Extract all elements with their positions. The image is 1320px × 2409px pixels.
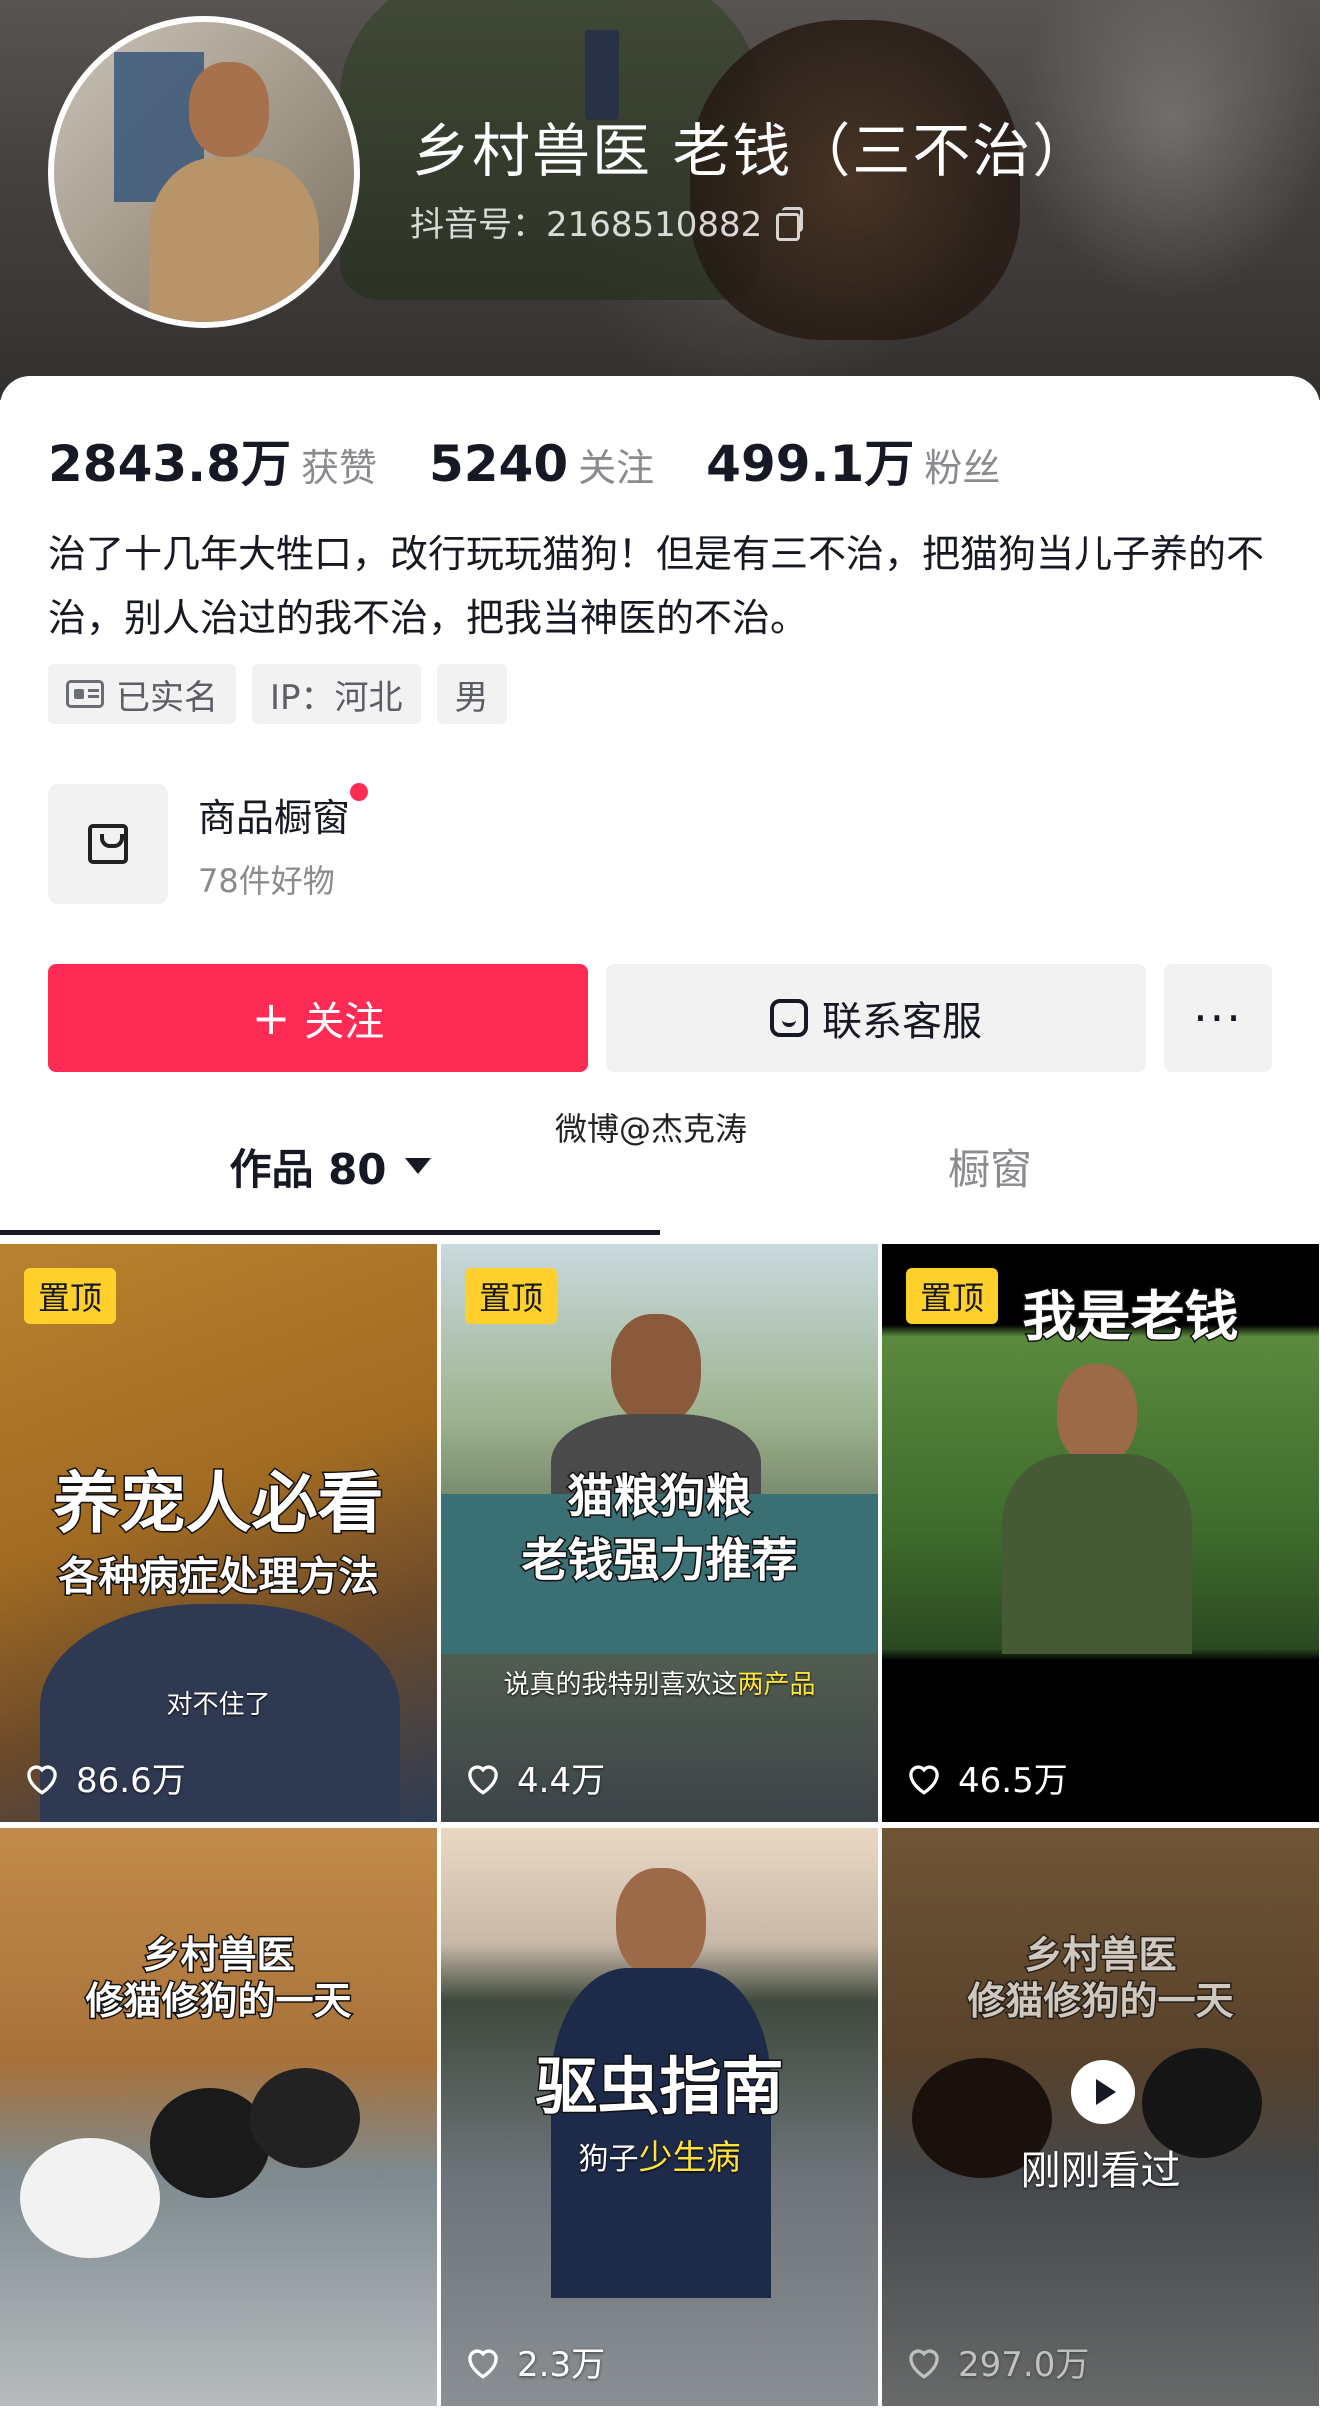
verified-tag: 已实名: [48, 664, 236, 724]
video-subtitle: 老钱强力推荐: [520, 1532, 799, 1589]
like-count: 2.3万: [463, 2337, 605, 2386]
video-title: 驱虫指南: [534, 2049, 785, 2125]
video-caption: 说真的我特别喜欢这两产品: [503, 1670, 816, 1700]
video-title: 猫粮狗粮: [566, 1468, 753, 1525]
action-buttons: + 关注 联系客服 ···: [48, 964, 1272, 1072]
ip-tag: IP：河北: [252, 664, 421, 724]
like-count: 4.4万: [463, 1753, 605, 1802]
heart-icon: [27, 1764, 57, 1795]
profile-name: 乡村兽医 老钱（三不治）: [412, 117, 1093, 185]
video-title: 我是老钱: [1021, 1284, 1240, 1350]
chat-icon: [770, 999, 808, 1037]
contact-service-button[interactable]: 联系客服: [606, 964, 1146, 1072]
shop-box: [48, 784, 168, 904]
plus-icon: +: [251, 991, 291, 1045]
shop-window-entry[interactable]: 商品橱窗 78件好物: [48, 782, 369, 904]
pinned-badge: 置顶: [24, 1268, 117, 1324]
heart-icon: [468, 1764, 498, 1795]
video-caption: 对不住了: [166, 1690, 271, 1720]
watermark: 微博@杰克涛: [555, 1110, 748, 1148]
followers-count[interactable]: 499.1万: [706, 424, 914, 496]
video-subtitle: 修猫修狗的一天: [84, 1978, 353, 2025]
stats-row: 2843.8万 获赞 5240 关注 499.1万 粉丝: [48, 424, 1052, 496]
video-tile[interactable]: 乡村兽医 修猫修狗的一天: [0, 1828, 437, 2406]
caret-down-icon: [404, 1158, 431, 1174]
shopping-bag-icon: [88, 824, 128, 864]
shop-subtitle: 78件好物: [198, 861, 335, 900]
following-label: 关注: [578, 446, 655, 490]
active-tab-indicator: [0, 1230, 660, 1235]
video-tile[interactable]: 置顶 我是老钱 46.5万: [882, 1244, 1319, 1822]
video-subtitle: 修猫修狗的一天: [966, 1978, 1235, 2025]
follow-button[interactable]: + 关注: [48, 964, 588, 1072]
douyin-id-text: 抖音号：2168510882: [410, 205, 763, 245]
id-card-icon: [66, 680, 104, 708]
shop-title: 商品橱窗: [198, 795, 351, 840]
likes-count[interactable]: 2843.8万: [48, 424, 291, 496]
video-tile[interactable]: 置顶 猫粮狗粮 老钱强力推荐 说真的我特别喜欢这两产品 4.4万: [441, 1244, 878, 1822]
video-title: 养宠人必看: [52, 1464, 385, 1544]
like-count: 297.0万: [904, 2337, 1089, 2386]
video-subtitle: 各种病症处理方法: [57, 1553, 380, 1602]
more-button[interactable]: ···: [1164, 964, 1272, 1072]
like-count: 46.5万: [904, 1753, 1068, 1802]
following-count[interactable]: 5240: [429, 435, 568, 493]
pinned-badge: 置顶: [465, 1268, 558, 1324]
likes-label: 获赞: [300, 446, 377, 490]
douyin-id[interactable]: 抖音号：2168510882: [410, 197, 804, 246]
play-icon[interactable]: [1071, 2060, 1135, 2124]
heart-icon: [909, 1764, 939, 1795]
recently-watched-label: 刚刚看过: [1020, 2148, 1181, 2194]
like-count: 86.6万: [22, 1753, 186, 1802]
heart-icon: [468, 2348, 498, 2379]
followers-label: 粉丝: [924, 446, 1001, 490]
gender-tag: 男: [436, 664, 507, 724]
bio-text: 治了十几年大牲口，改行玩玩猫狗！但是有三不治，把猫狗当儿子养的不治，别人治过的我…: [48, 532, 1265, 640]
video-grid: 置顶 养宠人必看 各种病症处理方法 对不住了 86.6万 置顶 猫粮狗粮 老钱强…: [0, 1244, 1320, 2409]
video-caption: 狗子少生病: [578, 2138, 741, 2178]
avatar[interactable]: [48, 16, 360, 328]
video-tile[interactable]: 驱虫指南 狗子少生病 2.3万: [441, 1828, 878, 2406]
heart-icon: [909, 2348, 939, 2379]
tag-row: 已实名 IP：河北 男: [48, 664, 507, 724]
copy-icon[interactable]: [774, 206, 804, 241]
video-tile[interactable]: 置顶 养宠人必看 各种病症处理方法 对不住了 86.6万: [0, 1244, 437, 1822]
tab-shop-window[interactable]: 橱窗: [660, 1116, 1320, 1216]
notification-dot: [350, 782, 369, 801]
video-tile[interactable]: 乡村兽医 修猫修狗的一天 刚刚看过 297.0万: [882, 1828, 1319, 2406]
